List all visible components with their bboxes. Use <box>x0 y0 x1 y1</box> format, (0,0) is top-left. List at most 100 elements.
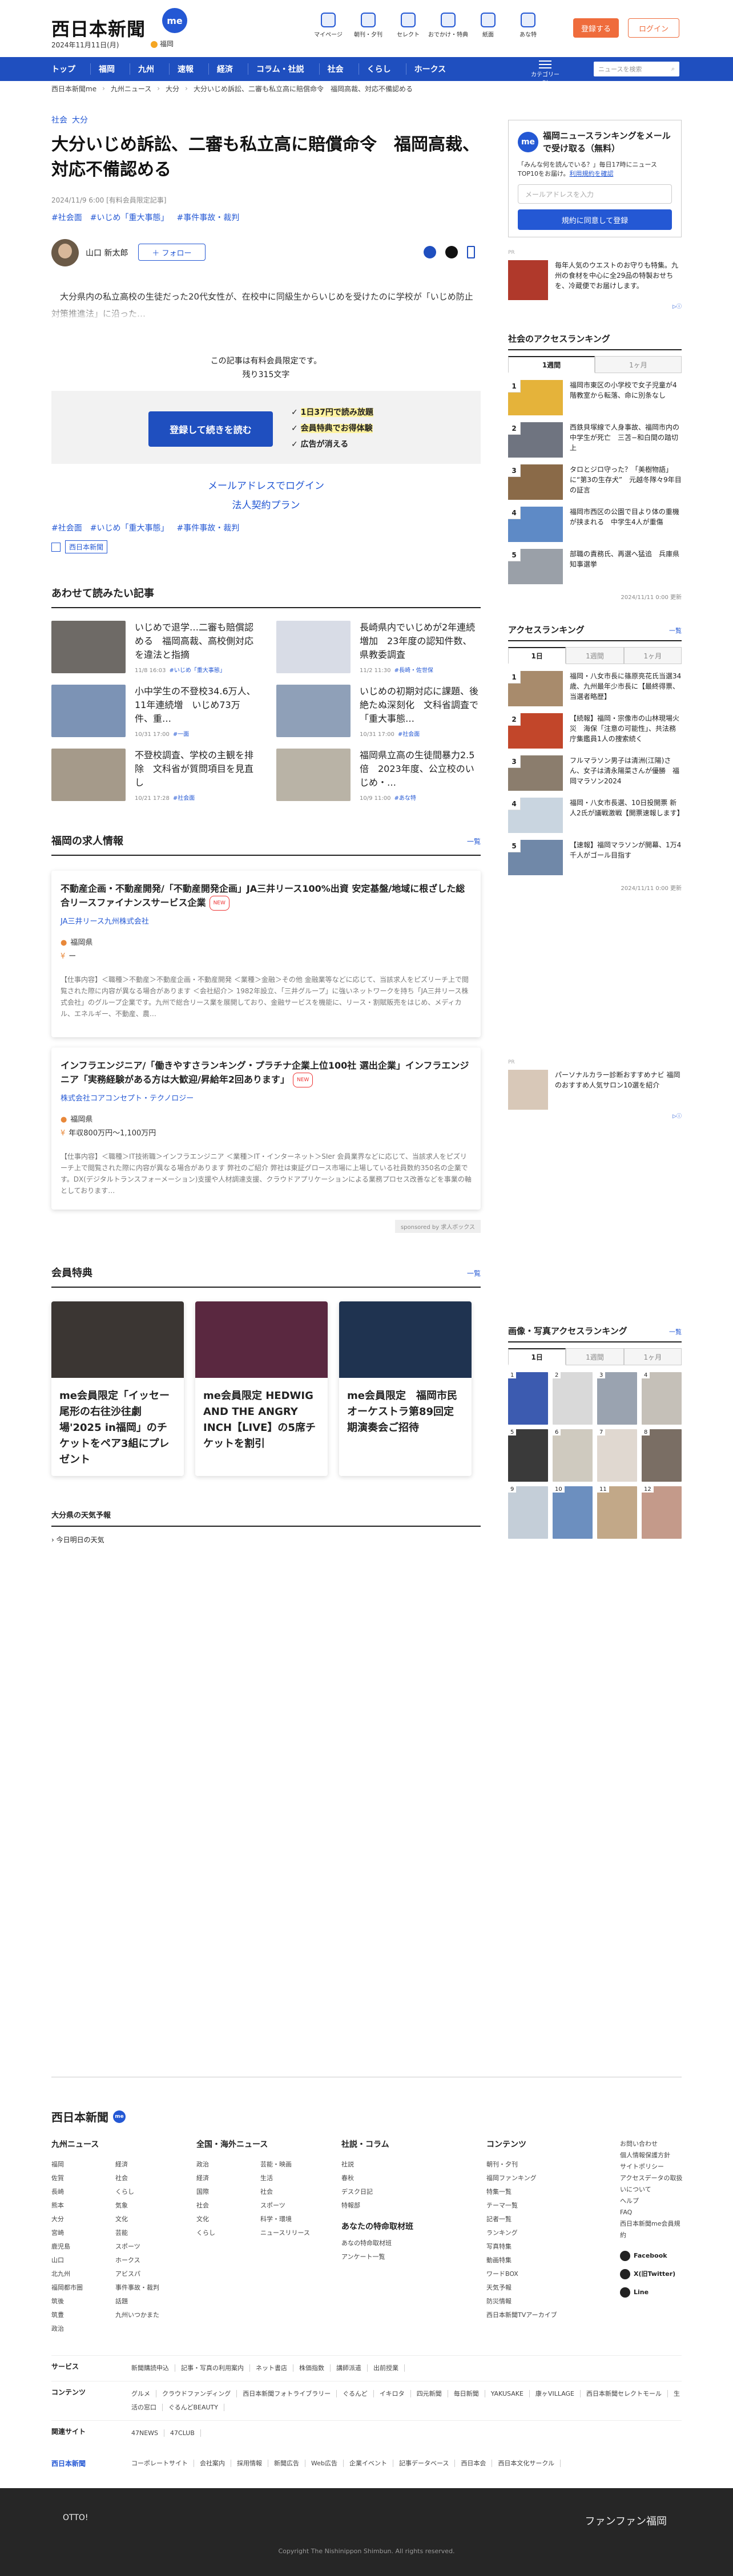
footer-link[interactable]: 福岡 <box>51 2158 102 2171</box>
header-link-paper[interactable]: 朝刊・夕刊 <box>348 13 388 38</box>
ranking-item[interactable]: 2 西鉄貝塚線で人身事故、福岡市内の中学生が死亡 三苫−和白間の踏切上 <box>508 422 682 458</box>
photo-thumb[interactable]: 10 <box>553 1486 593 1539</box>
footer-link[interactable]: 九州いつかまた <box>115 2308 166 2322</box>
facebook-share-icon[interactable] <box>424 246 436 258</box>
ranking-item[interactable]: 5 部職の責務氏、再選へ猛追 兵庫県知事選挙 <box>508 549 682 584</box>
header-link-anatoku[interactable]: あな特 <box>508 13 548 38</box>
photo-thumb[interactable]: 12 <box>642 1486 682 1539</box>
nav-item-keizai[interactable]: 経済 <box>217 63 248 75</box>
footer-link[interactable]: 天気予報 <box>486 2281 589 2295</box>
tag-link[interactable]: #社会面 <box>51 524 82 533</box>
tab-1day[interactable]: 1日 <box>508 647 566 664</box>
footer-link[interactable]: 47CLUB <box>170 2429 201 2437</box>
related-item[interactable]: いじめの初期対応に課題、後絶たぬ深刻化 文科省調査で「重大事態… 10/31 17… <box>276 685 481 738</box>
footer-link[interactable]: ランキング <box>486 2226 589 2240</box>
footer-link[interactable]: グルメ <box>131 2390 156 2397</box>
footer-link[interactable]: FAQ <box>620 2207 683 2218</box>
footer-link[interactable]: 西日本会 <box>461 2460 493 2467</box>
footer-link[interactable]: 四元新聞 <box>416 2390 448 2397</box>
related-item[interactable]: 長崎県内でいじめが2年連続増加 23年度の認知件数、県教委調査 11/2 11:3… <box>276 621 481 674</box>
author-name[interactable]: 山口 新太郎 <box>86 247 128 258</box>
related-item[interactable]: いじめで退学…二審も賠償認める 福岡高裁、高校側対応を違法と指摘 11/8 16:… <box>51 621 256 674</box>
footer-link[interactable]: 筑後 <box>51 2295 102 2308</box>
search-icon[interactable]: ⌕ <box>671 65 675 73</box>
facebook-link[interactable]: Facebook <box>620 2247 683 2265</box>
footer-link[interactable]: 文化 <box>196 2213 247 2226</box>
ad-unit[interactable]: パーソナルカラー診断おすすめナビ 福岡のおすすめ人気サロン10選を紹介 <box>508 1070 682 1110</box>
footer-link[interactable]: 春秋 <box>341 2171 444 2185</box>
otto-logo[interactable]: OTTO! <box>63 2513 88 2522</box>
footer-link[interactable]: サイトポリシー <box>620 2161 683 2173</box>
footer-link[interactable]: お問い合わせ <box>620 2138 683 2150</box>
jobs-more-link[interactable]: 一覧 <box>467 836 481 846</box>
footer-link[interactable]: ぐるんど <box>343 2390 374 2397</box>
photo-thumb[interactable]: 1 <box>508 1372 548 1425</box>
footer-link[interactable]: アクセスデータの取扱いについて <box>620 2173 683 2195</box>
footer-link[interactable]: 朝刊・夕刊 <box>486 2158 589 2171</box>
footer-link[interactable]: 防災情報 <box>486 2295 589 2308</box>
footer-link[interactable]: イキロタ <box>379 2390 411 2397</box>
footer-link[interactable]: 経済 <box>196 2171 247 2185</box>
category-menu-button[interactable]: カテゴリー別 <box>531 59 559 87</box>
footer-link[interactable]: 山口 <box>51 2254 102 2267</box>
line-link[interactable]: Line <box>620 2283 683 2302</box>
footer-link[interactable]: あなの特命取材班 <box>341 2237 444 2250</box>
footer-link[interactable]: ヘルプ <box>620 2195 683 2207</box>
footer-link[interactable]: 社会 <box>196 2199 247 2213</box>
footer-link[interactable]: 政治 <box>51 2322 102 2336</box>
ranking-item[interactable]: 2 【続報】福岡・宗像市の山林現場火災 海保「注意の可能性」、共法務庁集鑑員1人の… <box>508 713 682 749</box>
ranking-item[interactable]: 3 タロとジロ守った？「美樹物語」に“第3の生存犬” 元越冬隊々9年目の証言 <box>508 464 682 500</box>
site-logo[interactable]: 西日本新聞 <box>51 15 146 41</box>
nav-item-fukuoka[interactable]: 福岡 <box>99 63 130 75</box>
provider-badge[interactable]: 西日本新聞 <box>65 540 108 553</box>
tag-link[interactable]: #いじめ「重大事態」 <box>90 524 169 533</box>
footer-link[interactable]: テーマ一覧 <box>486 2199 589 2213</box>
footer-link[interactable]: 社説 <box>341 2158 444 2171</box>
footer-link[interactable]: 芸能・映画 <box>260 2158 311 2171</box>
agree-register-button[interactable]: 規約に同意して登録 <box>518 209 672 230</box>
footer-link[interactable]: コーポレートサイト <box>131 2460 194 2467</box>
follow-button[interactable]: ＋ フォロー <box>138 244 206 261</box>
tab-1week[interactable]: 1週間 <box>566 647 624 664</box>
nav-item-kurashi[interactable]: くらし <box>367 63 406 75</box>
nav-item-kyushu[interactable]: 九州 <box>138 63 170 75</box>
breadcrumb-kyushu[interactable]: 九州ニュース <box>111 84 151 94</box>
footer-link[interactable]: 47NEWS <box>131 2429 165 2437</box>
tab-1week[interactable]: 1週間 <box>508 356 595 373</box>
subscribe-button[interactable]: 登録して続きを読む <box>148 411 273 447</box>
search-input[interactable]: ニュースを検索 ⌕ <box>594 62 679 76</box>
related-item[interactable]: 福岡県立高の生徒間暴力2.5倍 2023年度、公立校のいじめ・… 10/9 11:… <box>276 749 481 802</box>
footer-link[interactable]: 新聞購読申込 <box>131 2364 175 2372</box>
footer-link[interactable]: 長崎 <box>51 2185 102 2199</box>
footer-link[interactable]: ぐるんどBEAUTY <box>168 2404 224 2411</box>
ad-choices-icon[interactable]: ▷ⓘ <box>508 1112 682 1119</box>
breadcrumb-oita[interactable]: 大分 <box>166 84 179 94</box>
footer-link[interactable]: くらし <box>115 2185 166 2199</box>
photo-thumb[interactable]: 2 <box>553 1372 593 1425</box>
login-button[interactable]: ログイン <box>628 18 679 38</box>
footer-link[interactable]: 採用情報 <box>237 2460 268 2467</box>
footer-link[interactable]: 宮崎 <box>51 2226 102 2240</box>
email-field[interactable]: メールアドレスを入力 <box>518 184 672 204</box>
header-weather[interactable]: 福岡 <box>151 39 174 48</box>
footer-link[interactable]: 記者一覧 <box>486 2213 589 2226</box>
terms-link[interactable]: 利用規約を確認 <box>569 170 613 177</box>
footer-link[interactable]: 西日本新聞セレクトモール <box>586 2390 668 2397</box>
photo-thumb[interactable]: 5 <box>508 1429 548 1482</box>
related-item[interactable]: 小中学生の不登校34.6万人、11年連続増 いじめ73万件、重… 10/31 17… <box>51 685 256 738</box>
tag-link[interactable]: #事件事故・裁判 <box>176 213 239 223</box>
photo-thumb[interactable]: 4 <box>642 1372 682 1425</box>
footer-link[interactable]: 特報部 <box>341 2199 444 2213</box>
job-card[interactable]: インフラエンジニア/「働きやすさランキング・プラチナ企業上位100社 選出企業」… <box>51 1048 481 1210</box>
ad-unit[interactable]: 毎年人気のウエストのお守りも特集。九州の食材を中心に全29品の特製おせちを、冷蔵… <box>508 260 682 300</box>
x-link[interactable]: X(旧Twitter) <box>620 2265 683 2283</box>
photo-ranking-more-link[interactable]: 一覧 <box>669 1327 682 1336</box>
ad-choices-icon[interactable]: ▷ⓘ <box>508 302 682 310</box>
photo-thumb[interactable]: 8 <box>642 1429 682 1482</box>
photo-thumb[interactable]: 7 <box>597 1429 637 1482</box>
author-avatar[interactable] <box>51 239 79 266</box>
footer-link[interactable]: 筑豊 <box>51 2308 102 2322</box>
footer-link[interactable]: 出前授業 <box>373 2364 405 2372</box>
footer-link[interactable]: 芸能 <box>115 2226 166 2240</box>
tag-link[interactable]: #いじめ「重大事態」 <box>90 213 169 223</box>
